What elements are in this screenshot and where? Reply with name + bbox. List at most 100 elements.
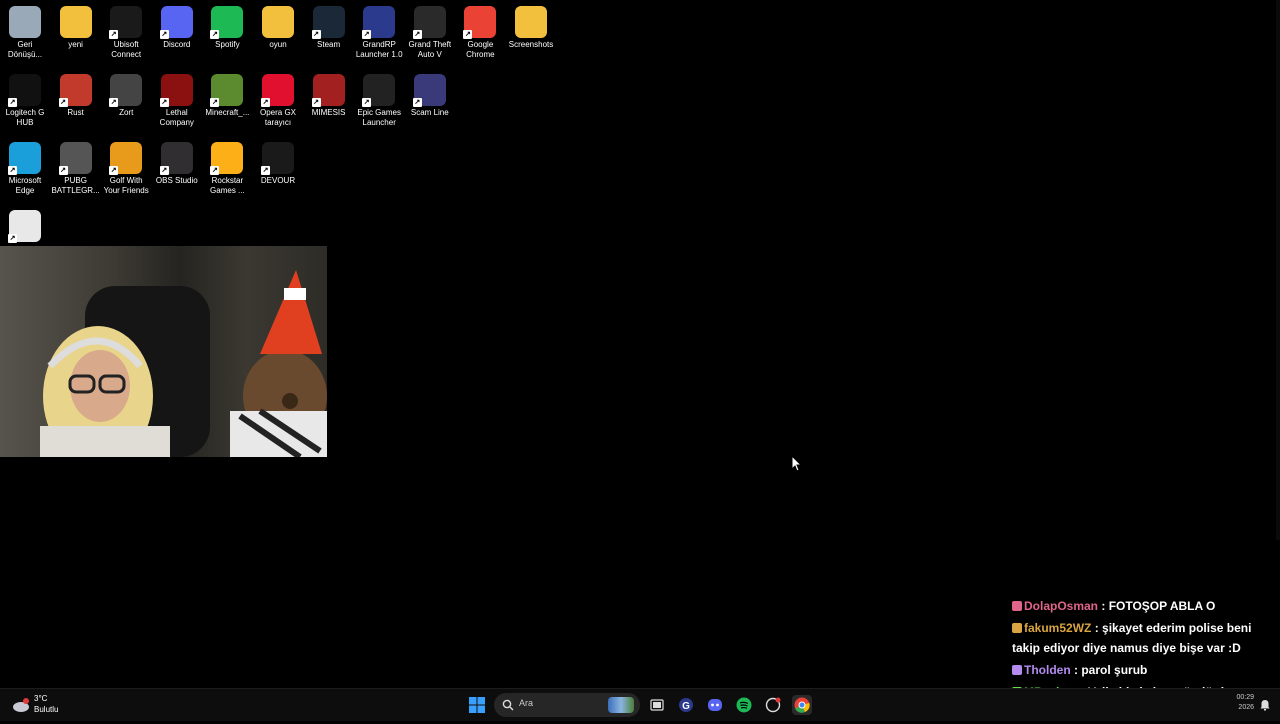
shortcut-arrow-icon: ↗ xyxy=(159,166,169,175)
desktop-icon[interactable]: ↗ DEVOUR xyxy=(253,138,303,186)
shortcut-arrow-icon: ↗ xyxy=(261,166,270,175)
discord-taskbar-icon xyxy=(708,699,722,711)
desktop-icon[interactable]: yeni xyxy=(51,2,101,50)
shortcut-arrow-icon: ↗ xyxy=(311,30,321,39)
folder-icon xyxy=(59,6,92,38)
shortcut-arrow-icon: ↗ xyxy=(463,30,473,39)
desktop-icon[interactable]: ↗ Steam xyxy=(304,2,354,50)
desktop-icon-label: Lethal Company xyxy=(159,108,194,127)
shortcut-arrow-icon: ↗ xyxy=(412,98,422,107)
taskbar-spotify[interactable] xyxy=(734,695,754,715)
desktop-icon[interactable]: ↗ Epic Games Launcher xyxy=(354,70,404,128)
task-view-button[interactable] xyxy=(647,695,667,715)
desktop-icon[interactable]: ↗ Zort xyxy=(101,70,151,118)
chat-badge-icon xyxy=(1012,623,1022,633)
grandrp-icon: ↗ xyxy=(362,6,396,39)
weather-temp: 3°C xyxy=(34,694,48,703)
shortcut-arrow-icon: ↗ xyxy=(210,30,220,39)
devour-icon: ↗ xyxy=(261,142,294,175)
desktop-icon[interactable]: ↗ Minecraft_... xyxy=(202,70,252,118)
desktop-icon[interactable]: ↗ Scam Line xyxy=(405,70,455,118)
weather-widget[interactable]: 3°C Bulutlu xyxy=(12,693,72,717)
desktop-icon[interactable]: ↗ Rust xyxy=(51,70,101,118)
desktop-icon-label: Rockstar Games ... xyxy=(210,176,245,195)
bell-icon xyxy=(1260,700,1270,711)
taskbar-search[interactable]: Ara xyxy=(494,693,640,717)
svg-text:G: G xyxy=(682,701,690,712)
desktop-icon[interactable]: ↗ xyxy=(0,206,50,244)
search-icon xyxy=(502,699,514,711)
desktop-icon[interactable]: ↗ Spotify xyxy=(202,2,252,50)
desktop-icon[interactable]: ↗ Discord xyxy=(152,2,202,50)
chat-username: fakum52WZ xyxy=(1024,621,1092,635)
spotify-taskbar-icon xyxy=(736,697,752,713)
desktop-icon[interactable]: Geri Dönüşü... xyxy=(0,2,50,60)
desktop-icon[interactable]: ↗ Ubisoft Connect xyxy=(101,2,151,60)
desktop-icon[interactable]: ↗ Opera GX tarayıcı xyxy=(253,70,303,128)
logitech-icon: ↗ xyxy=(8,74,41,107)
taskbar-steam[interactable] xyxy=(763,695,783,715)
taskbar-discord[interactable] xyxy=(705,695,725,715)
chat-message: DolapOsman : FOTOŞOP ABLA O xyxy=(1012,596,1274,616)
desktop-icon-label: Spotify xyxy=(215,40,240,49)
webcam-overlay xyxy=(0,246,327,457)
desktop-icon-label: yeni xyxy=(68,40,83,49)
desktop-icon[interactable]: oyun xyxy=(253,2,303,50)
desktop-icon-label: Logitech G HUB xyxy=(5,108,45,127)
edge-icon: ↗ xyxy=(8,142,41,175)
shortcut-arrow-icon: ↗ xyxy=(8,166,17,175)
spotify-icon: ↗ xyxy=(210,6,244,39)
system-clock[interactable]: 00:29 2026 xyxy=(1222,693,1254,713)
chat-badge-icon xyxy=(1012,665,1022,675)
desktop-icon[interactable]: ↗ OBS Studio xyxy=(152,138,202,186)
desktop-icon-label: Golf With Your Friends xyxy=(103,176,149,195)
desktop-icon-label: Steam xyxy=(317,40,341,49)
chat-username: Tholden xyxy=(1024,663,1071,677)
discord-icon: ↗ xyxy=(159,6,193,39)
desktop-icon[interactable]: Screenshots xyxy=(506,2,556,50)
rockstar-icon: ↗ xyxy=(210,142,244,175)
side-scrollbar[interactable] xyxy=(1276,0,1280,540)
chat-badge-icon xyxy=(1012,601,1022,611)
desktop-icon[interactable]: ↗ PUBG BATTLEGR... xyxy=(51,138,101,196)
desktop-icon[interactable]: ↗ Golf With Your Friends xyxy=(101,138,151,196)
start-button[interactable] xyxy=(467,695,487,715)
desktop-icon-label: Minecraft_... xyxy=(205,108,250,117)
notification-button[interactable] xyxy=(1255,695,1275,715)
taskbar-grandrp[interactable]: G xyxy=(676,695,696,715)
desktop-icon[interactable]: ↗ GrandRP Launcher 1.0 xyxy=(354,2,404,60)
desktop-icon[interactable]: ↗ Microsoft Edge xyxy=(0,138,50,196)
desktop-icon[interactable]: ↗ MIMESIS xyxy=(304,70,354,118)
desktop-icon-label: Ubisoft Connect xyxy=(111,40,142,59)
scam-line-icon: ↗ xyxy=(412,74,446,107)
desktop-icon[interactable]: ↗ Grand Theft Auto V xyxy=(405,2,455,60)
search-highlight-image xyxy=(608,697,634,713)
desktop-icon[interactable]: ↗ Lethal Company xyxy=(152,70,202,128)
chrome-taskbar-icon xyxy=(794,697,810,713)
shortcut-arrow-icon: ↗ xyxy=(159,30,169,39)
opera-gx-icon: ↗ xyxy=(261,74,294,107)
taskbar-chrome[interactable] xyxy=(792,695,812,715)
shortcut-arrow-icon: ↗ xyxy=(109,166,119,175)
chat-text: : parol şurub xyxy=(1074,663,1148,677)
windows-icon xyxy=(469,697,485,713)
desktop-icon[interactable]: ↗ Logitech G HUB xyxy=(0,70,50,128)
shortcut-arrow-icon: ↗ xyxy=(412,30,422,39)
desktop-icon-label: Grand Theft Auto V xyxy=(408,40,452,59)
desktop-icon-label: Epic Games Launcher xyxy=(357,108,401,127)
rust-icon: ↗ xyxy=(58,74,92,107)
desktop-icon-label: Zort xyxy=(119,108,134,117)
chat-message: fakum52WZ : şikayet ederim polise beni t… xyxy=(1012,618,1274,658)
chat-text: : FOTOŞOP ABLA O xyxy=(1101,599,1216,613)
desktop-icon[interactable]: ↗ Rockstar Games ... xyxy=(202,138,252,196)
desktop-icon-label: DEVOUR xyxy=(260,176,296,185)
obs-icon: ↗ xyxy=(159,142,193,175)
crab-game-icon: ↗ xyxy=(8,210,41,243)
steam-taskbar-icon xyxy=(765,697,781,713)
clock-date: 2026 xyxy=(1238,704,1254,711)
shortcut-arrow-icon: ↗ xyxy=(261,98,270,107)
desktop-icon[interactable]: ↗ Google Chrome xyxy=(455,2,505,60)
weather-desc: Bulutlu xyxy=(34,705,59,714)
desktop-icon-label: Rust xyxy=(67,108,84,117)
taskbar: 3°C Bulutlu Ara G 00:29 2026 xyxy=(0,688,1280,721)
